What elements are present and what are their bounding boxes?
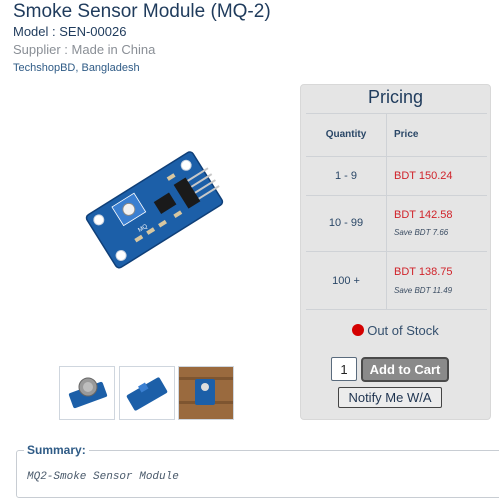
thumbnail-mq2-wood[interactable] <box>178 366 234 420</box>
price-tier-savings: Save BDT 7.66 <box>394 228 449 237</box>
price-tier-price: BDT 142.58 <box>394 209 453 221</box>
product-location: TechshopBD, Bangladesh <box>13 62 140 74</box>
product-model: Model : SEN-00026 <box>13 24 127 39</box>
pricing-divider <box>386 196 387 252</box>
pricing-divider <box>386 157 387 196</box>
pricing-panel: Pricing Quantity Price 1 - 9 BDT 150.24 … <box>300 84 491 420</box>
out-of-stock-icon <box>352 324 365 336</box>
pricing-title: Pricing <box>367 87 424 107</box>
thumbnail-mq2-top[interactable] <box>59 366 115 420</box>
price-tier-price: BDT 150.24 <box>394 170 453 182</box>
stock-status-label: Out of Stock <box>367 323 439 338</box>
stock-status: Out of Stock <box>301 323 490 338</box>
price-tier-savings: Save BDT 11.49 <box>394 286 453 295</box>
table-row: 100 + BDT 138.75 Save BDT 11.49 <box>306 251 487 310</box>
price-tier-price: BDT 138.75 <box>394 266 453 278</box>
pricing-header-row: Quantity Price <box>306 113 487 157</box>
product-title: Smoke Sensor Module (MQ-2) <box>13 1 271 22</box>
table-row: 10 - 99 BDT 142.58 Save BDT 7.66 <box>306 195 487 252</box>
pricing-header-quantity: Quantity <box>325 129 367 140</box>
add-to-cart-button[interactable]: Add to Cart <box>361 357 449 382</box>
summary-label: Summary: <box>24 443 89 457</box>
product-supplier: Supplier : Made in China <box>13 42 156 57</box>
price-tier-quantity: 100 + <box>332 275 360 287</box>
pricing-divider <box>386 114 387 157</box>
summary-text: MQ2-Smoke Sensor Module <box>27 471 179 483</box>
notify-me-button[interactable]: Notify Me W/A <box>338 387 442 408</box>
pricing-header-price: Price <box>394 129 419 140</box>
price-tier-quantity: 1 - 9 <box>334 170 357 182</box>
table-row: 1 - 9 BDT 150.24 <box>306 156 487 196</box>
price-tier-quantity: 10 - 99 <box>328 217 364 229</box>
thumbnail-mq2-board[interactable] <box>119 366 175 420</box>
product-main-image[interactable]: MQ <box>70 128 240 278</box>
quantity-input[interactable] <box>331 357 357 381</box>
pricing-divider <box>386 252 387 309</box>
